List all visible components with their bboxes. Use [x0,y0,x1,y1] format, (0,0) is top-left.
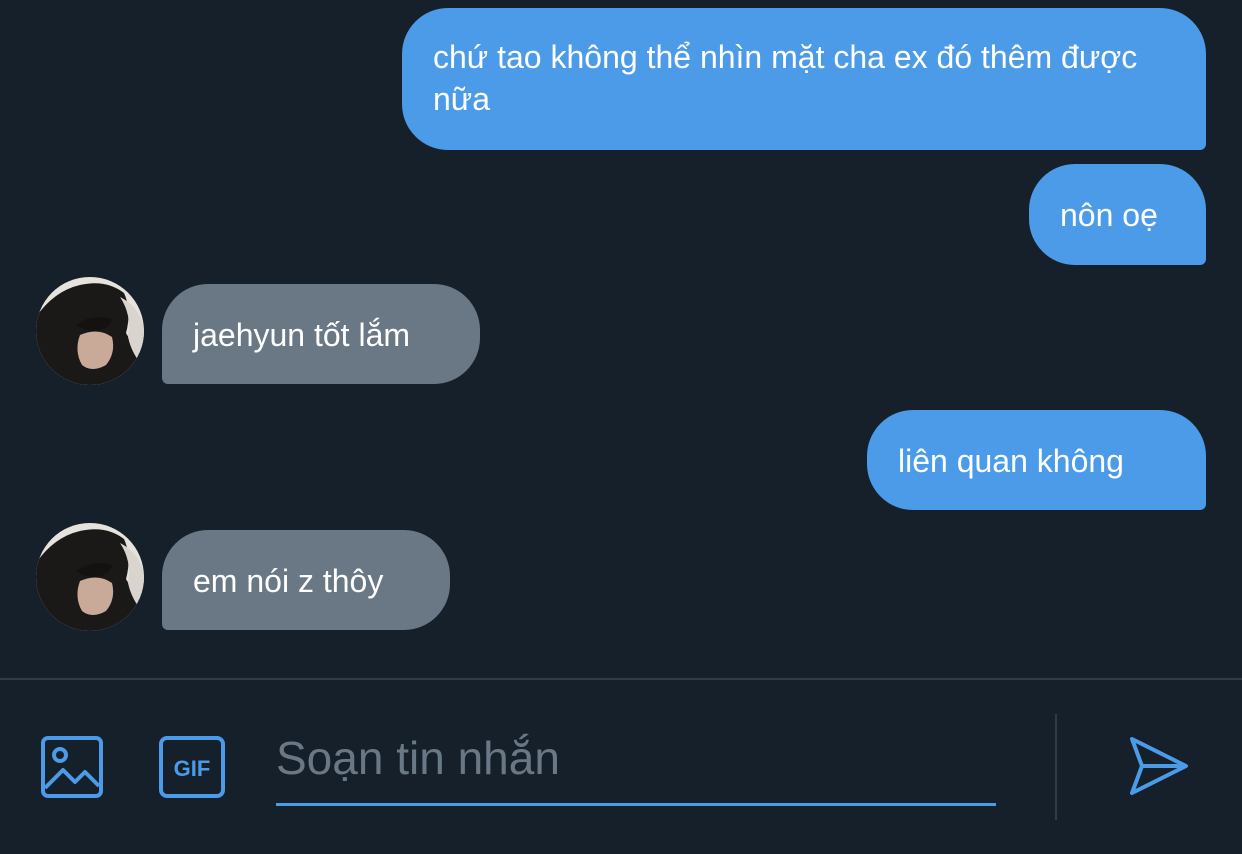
send-button[interactable] [1128,735,1190,797]
message-bubble-incoming[interactable]: jaehyun tốt lắm [162,284,480,384]
message-text: liên quan không [898,443,1124,479]
message-text: em nói z thôy [193,563,384,599]
avatar-photo [36,277,144,385]
avatar[interactable] [36,277,144,385]
send-icon [1130,737,1188,795]
add-image-button[interactable] [41,736,103,798]
message-input[interactable] [276,726,996,806]
message-bubble-incoming[interactable]: em nói z thôy [162,530,450,630]
message-list: chứ tao không thể nhìn mặt cha ex đó thê… [0,0,1242,678]
message-bubble-outgoing[interactable]: nôn oẹ [1029,164,1206,265]
message-bubble-outgoing[interactable]: liên quan không [867,410,1206,510]
gif-label: GIF [174,756,211,781]
avatar-photo [36,523,144,631]
add-gif-button[interactable]: GIF [159,736,225,798]
image-icon [41,736,103,798]
gif-icon: GIF [159,736,225,798]
message-composer: GIF [0,680,1242,854]
message-text: nôn oẹ [1060,197,1158,233]
avatar[interactable] [36,523,144,631]
message-bubble-outgoing[interactable]: chứ tao không thể nhìn mặt cha ex đó thê… [402,8,1206,150]
message-text: chứ tao không thể nhìn mặt cha ex đó thê… [433,39,1138,117]
message-text: jaehyun tốt lắm [193,317,411,353]
composer-separator [1055,714,1057,820]
